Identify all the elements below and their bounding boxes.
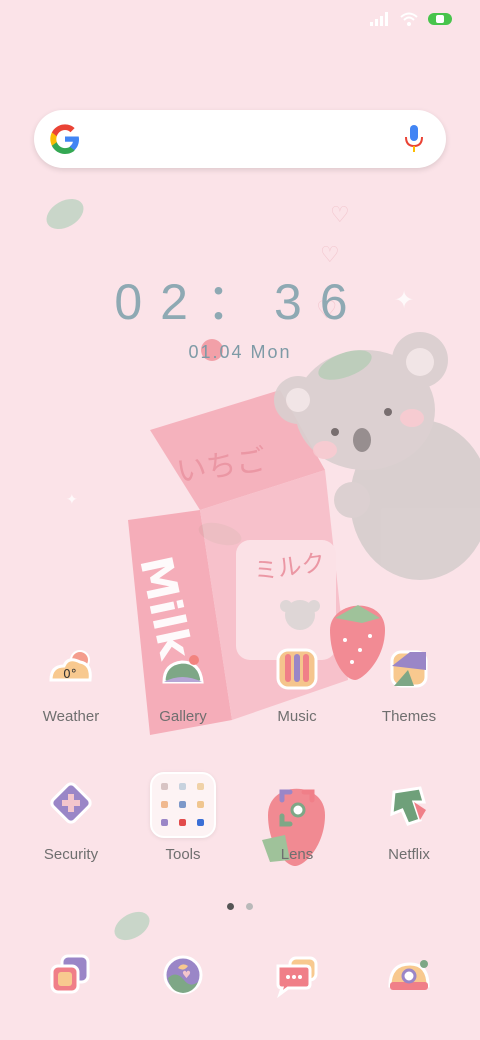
dock-photos[interactable] <box>16 948 126 1006</box>
dock-camera[interactable] <box>354 948 464 1006</box>
clock-date[interactable]: 01.04 Mon <box>0 342 480 363</box>
page-dot-active[interactable] <box>226 903 234 910</box>
page-indicator <box>0 897 480 915</box>
app-security[interactable]: Security <box>16 780 126 863</box>
page-dot[interactable] <box>246 903 254 910</box>
camera-icon <box>388 960 430 990</box>
security-icon <box>50 782 92 824</box>
clock-time[interactable]: 02：36 <box>0 262 480 334</box>
dock-messages[interactable] <box>242 948 352 1006</box>
app-weather[interactable]: 0° Weather <box>16 642 126 725</box>
svg-text:♥: ♥ <box>182 970 191 981</box>
status-bar <box>0 0 480 40</box>
app-themes[interactable]: Themes <box>354 642 464 725</box>
app-netflix[interactable]: Netflix <box>354 780 464 863</box>
app-label: Weather <box>42 708 100 725</box>
messages-icon <box>276 956 318 999</box>
app-tools-folder[interactable]: Tools <box>128 772 238 863</box>
signal-icon <box>370 12 388 26</box>
app-label: Gallery <box>159 708 207 725</box>
weather-temp: 0° <box>63 667 77 681</box>
lens-icon <box>279 789 315 827</box>
tools-folder-icon <box>161 783 204 826</box>
google-search-bar[interactable] <box>34 110 446 168</box>
battery-icon <box>428 13 452 25</box>
app-label: Security <box>43 846 99 863</box>
weather-icon: 0° <box>49 650 92 682</box>
app-label: Netflix <box>388 846 430 863</box>
app-label: Themes <box>381 708 437 725</box>
browser-icon: ♥ <box>163 955 203 995</box>
app-music[interactable]: Music <box>242 642 352 725</box>
svg-text:✦: ✦ <box>66 492 78 508</box>
app-label: Music <box>277 708 317 725</box>
app-lens[interactable]: Lens <box>242 780 352 863</box>
netflix-icon <box>390 786 426 826</box>
mic-icon[interactable] <box>404 124 424 154</box>
wifi-icon <box>400 12 418 26</box>
svg-text:♡: ♡ <box>330 203 350 228</box>
app-gallery[interactable]: Gallery <box>128 642 238 725</box>
app-label: Tools <box>165 846 201 863</box>
music-icon <box>276 648 318 690</box>
dock-browser[interactable]: ♥ <box>128 948 238 1006</box>
themes-icon <box>390 650 428 688</box>
google-logo-icon <box>50 124 79 154</box>
app-label: Lens <box>280 846 314 863</box>
photos-icon <box>50 954 90 994</box>
gallery-icon <box>162 655 204 684</box>
